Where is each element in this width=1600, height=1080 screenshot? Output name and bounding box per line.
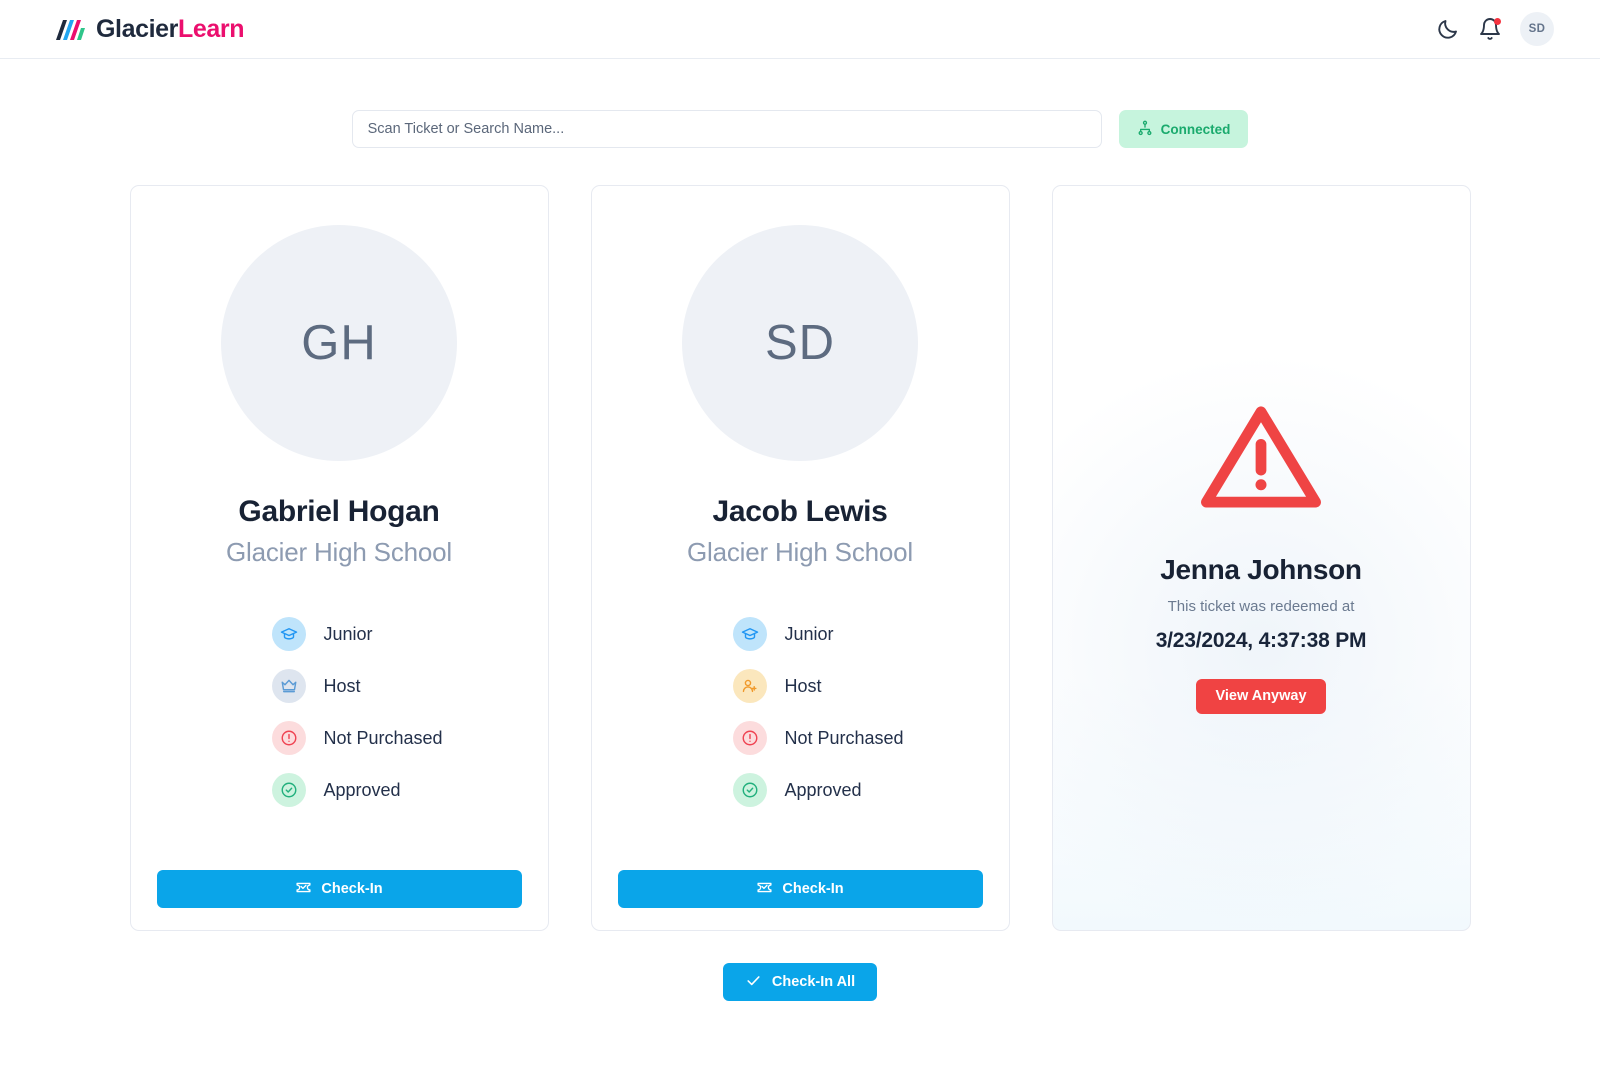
moon-icon[interactable] (1436, 17, 1460, 41)
notification-dot (1494, 18, 1501, 25)
alert-circle-icon (732, 721, 767, 755)
check-circle-icon (732, 773, 767, 807)
brand-logo[interactable]: GlacierLearn (50, 15, 244, 44)
glacierlearn-logo-icon (56, 20, 85, 40)
attribute-row: Host (732, 660, 983, 712)
check-in-all-label: Check-In All (771, 974, 856, 990)
ticket-check-icon (756, 879, 773, 900)
attribute-label: Approved (784, 779, 862, 800)
attribute-label: Not Purchased (323, 727, 443, 748)
connection-status-label: Connected (1160, 121, 1231, 137)
check-in-button[interactable]: Check-In (156, 870, 522, 908)
footer-actions: Check-In All (0, 963, 1600, 1001)
view-anyway-button[interactable]: View Anyway (1196, 678, 1326, 714)
attendee-organization: Glacier High School (687, 537, 913, 567)
brand-text: GlacierLearn (96, 15, 244, 44)
avatar: SD (682, 225, 918, 461)
redeemed-message: This ticket was redeemed at (1167, 597, 1355, 615)
redeemed-timestamp: 3/23/2024, 4:37:38 PM (1155, 628, 1367, 652)
brand-text-secondary: Learn (177, 14, 245, 43)
check-circle-icon (271, 773, 306, 807)
attendee-card: GH Gabriel Hogan Glacier High School Jun… (129, 185, 549, 931)
attribute-row: Not Purchased (732, 712, 983, 764)
user-plus-icon (732, 669, 767, 703)
user-avatar[interactable]: SD (1520, 12, 1554, 46)
header-actions: SD (1436, 12, 1554, 46)
check-in-all-button[interactable]: Check-In All (722, 963, 878, 1001)
search-input[interactable] (351, 110, 1102, 148)
attribute-row: Junior (732, 608, 983, 660)
attribute-list: Junior Host Not Purchased Approved (618, 608, 983, 816)
attribute-row: Approved (271, 764, 522, 816)
check-icon (745, 972, 762, 993)
graduation-cap-icon (732, 617, 767, 651)
attribute-label: Junior (323, 623, 373, 644)
crown-icon (271, 669, 306, 703)
attribute-row: Junior (271, 608, 522, 660)
network-icon (1137, 120, 1153, 139)
graduation-cap-icon (271, 617, 306, 651)
attribute-label: Not Purchased (784, 727, 904, 748)
attendee-cards: GH Gabriel Hogan Glacier High School Jun… (0, 185, 1600, 931)
check-in-button-label: Check-In (782, 881, 844, 897)
attribute-list: Junior Host Not Purchased Approved (157, 608, 522, 816)
bell-icon[interactable] (1478, 17, 1502, 41)
attendee-name: Jacob Lewis (712, 495, 888, 528)
attribute-label: Host (323, 675, 361, 696)
attendee-name: Gabriel Hogan (238, 495, 440, 528)
attribute-row: Not Purchased (271, 712, 522, 764)
attribute-row: Approved (732, 764, 983, 816)
avatar: GH (221, 225, 457, 461)
attribute-label: Host (784, 675, 822, 696)
check-in-button[interactable]: Check-In (617, 870, 983, 908)
ticket-check-icon (295, 879, 312, 900)
attendee-organization: Glacier High School (226, 537, 452, 567)
attribute-label: Approved (323, 779, 401, 800)
connection-status-badge[interactable]: Connected (1118, 110, 1249, 148)
search-row: Connected (0, 110, 1600, 148)
attribute-row: Host (271, 660, 522, 712)
alert-circle-icon (271, 721, 306, 755)
app-header: GlacierLearn SD (0, 0, 1600, 59)
redeemed-attendee-name: Jenna Johnson (1160, 553, 1362, 585)
attendee-card: SD Jacob Lewis Glacier High School Junio… (590, 185, 1010, 931)
check-in-button-label: Check-In (321, 881, 383, 897)
redeemed-ticket-card: Jenna Johnson This ticket was redeemed a… (1051, 185, 1471, 931)
alert-triangle-icon (1198, 395, 1324, 526)
attribute-label: Junior (784, 623, 834, 644)
brand-text-primary: Glacier (96, 14, 178, 43)
